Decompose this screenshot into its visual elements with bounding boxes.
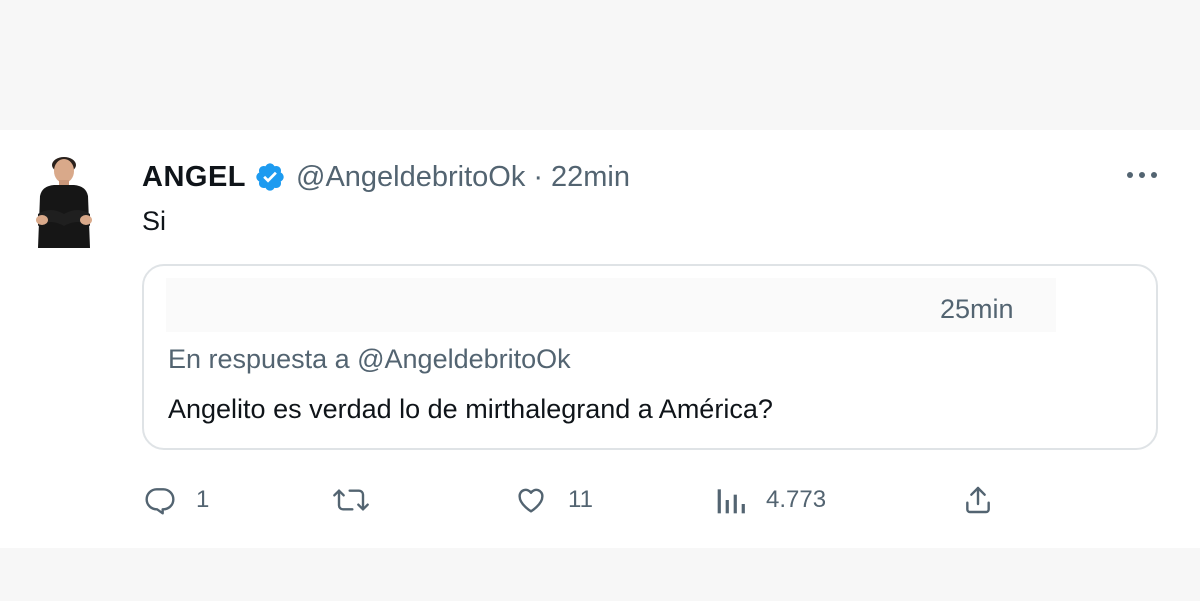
tweet-card[interactable]: ANGEL @AngeldebritoOk · 22min Si 25min E… (0, 130, 1200, 548)
reply-icon (144, 484, 176, 516)
bottom-background (0, 548, 1200, 601)
top-background (0, 0, 1200, 130)
retweet-button[interactable] (332, 478, 370, 522)
like-button[interactable]: 11 (514, 478, 593, 522)
more-dots-icon[interactable] (1122, 160, 1162, 190)
verified-badge-icon (254, 161, 286, 193)
header-separator: · (533, 160, 544, 193)
like-count: 11 (568, 486, 593, 513)
action-bar: 1 11 4.773 (0, 478, 1200, 522)
share-icon (962, 484, 994, 516)
reply-button[interactable]: 1 (144, 478, 209, 522)
share-button[interactable] (962, 478, 994, 522)
tweet-text: Si (142, 206, 167, 236)
quoted-reply-context: En respuesta a @AngeldebritoOk (168, 344, 571, 374)
quoted-timestamp: 25min (940, 294, 1014, 324)
retweet-icon (332, 484, 370, 516)
quoted-tweet[interactable]: 25min En respuesta a @AngeldebritoOk Ang… (142, 264, 1158, 450)
views-button[interactable]: 4.773 (716, 478, 826, 522)
avatar[interactable] (30, 156, 98, 256)
author-name[interactable]: ANGEL (142, 161, 246, 194)
views-count: 4.773 (766, 486, 827, 513)
tweet-header: ANGEL @AngeldebritoOk · 22min (142, 157, 630, 197)
views-chart-icon (716, 484, 746, 516)
quoted-author-redacted (166, 278, 1056, 332)
author-handle[interactable]: @AngeldebritoOk (296, 161, 525, 194)
heart-icon (514, 484, 548, 516)
tweet-timestamp[interactable]: 22min (551, 161, 630, 194)
reply-count: 1 (196, 486, 210, 513)
quoted-text: Angelito es verdad lo de mirthalegrand a… (168, 394, 773, 424)
